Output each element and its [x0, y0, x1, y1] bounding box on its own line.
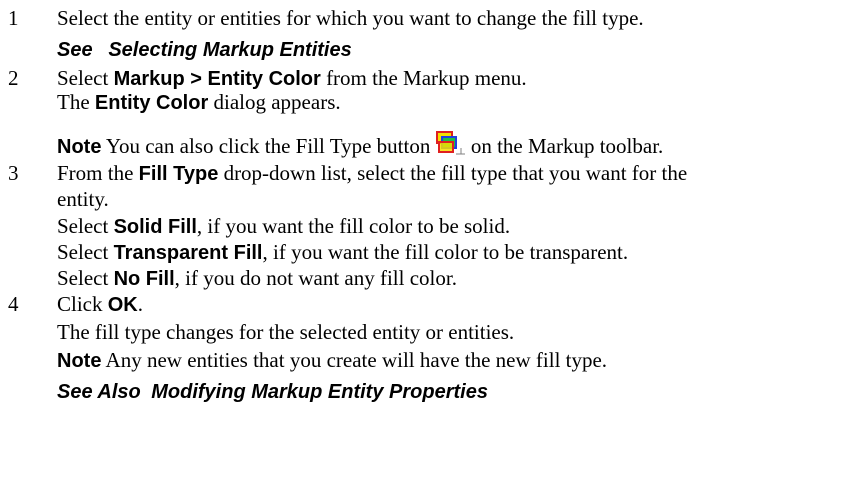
option-transparent-fill: Select Transparent Fill, if you want the… [57, 240, 628, 265]
ok-button-name: OK [107, 294, 138, 316]
option-post: , if you want the fill color to be solid… [196, 214, 511, 238]
option-pre: Select [57, 266, 114, 290]
step-4-number: 4 [8, 292, 19, 316]
option-name: Transparent Fill [113, 242, 263, 264]
note-label: Note [57, 350, 102, 372]
step-3-line-1-post: drop-down list, select the fill type tha… [218, 161, 688, 185]
entity-color-dialog-name: Entity Color [94, 92, 209, 114]
see-prefix: See [57, 39, 93, 61]
step-4-line-1-post: . [137, 292, 143, 316]
step-3-line-2: entity. [57, 187, 109, 211]
note-label: Note [57, 136, 102, 158]
step-4-line-2: The fill type changes for the selected e… [57, 320, 515, 344]
option-post: , if you want the fill color to be trans… [262, 240, 629, 264]
modifying-markup-entity-properties-link[interactable]: Modifying Markup Entity Properties [151, 381, 488, 403]
step-3-line-1-pre: From the [57, 161, 139, 185]
fill-type-icon [435, 131, 466, 157]
step-4-note: Note Any new entities that you create wi… [57, 348, 607, 373]
step-1-see-line: See Selecting Markup Entities [57, 37, 352, 62]
see-also-prefix: See Also [57, 381, 141, 403]
step-4-line-1: Click OK. [57, 292, 143, 317]
step-2-line-1-post: from the Markup menu. [320, 66, 527, 90]
step-3-number: 3 [8, 161, 19, 185]
fill-type-dropdown-name: Fill Type [138, 163, 219, 185]
help-document: 1 Select the entity or entities for whic… [0, 0, 861, 493]
step-2-line-2-post: dialog appears. [208, 90, 341, 114]
step-2-number: 2 [8, 66, 19, 90]
step-4-line-1-pre: Click [57, 292, 108, 316]
option-post: , if you do not want any fill color. [174, 266, 457, 290]
step-3-line-1: From the Fill Type drop-down list, selec… [57, 161, 687, 186]
step-2-line-1-pre: Select [57, 66, 114, 90]
option-name: Solid Fill [113, 216, 197, 238]
step-1-number: 1 [8, 6, 19, 30]
option-pre: Select [57, 240, 114, 264]
step-2-line-2: The Entity Color dialog appears. [57, 90, 341, 115]
step-1-text: Select the entity or entities for which … [57, 6, 644, 30]
step-2-note: Note You can also click the Fill Type bu… [57, 131, 663, 159]
option-pre: Select [57, 214, 114, 238]
see-also-line: See Also Modifying Markup Entity Propert… [57, 379, 488, 404]
step-2-note-pre: You can also click the Fill Type button [101, 134, 436, 158]
option-name: No Fill [113, 268, 175, 290]
option-no-fill: Select No Fill, if you do not want any f… [57, 266, 457, 291]
step-4-note-text: Any new entities that you create will ha… [101, 348, 608, 372]
step-2-note-post: on the Markup toolbar. [465, 134, 664, 158]
option-solid-fill: Select Solid Fill, if you want the fill … [57, 214, 510, 239]
markup-entity-color-menu-path: Markup > Entity Color [113, 68, 321, 90]
selecting-markup-entities-link[interactable]: Selecting Markup Entities [108, 39, 351, 61]
step-2-line-2-pre: The [57, 90, 95, 114]
step-2-line-1: Select Markup > Entity Color from the Ma… [57, 66, 527, 91]
